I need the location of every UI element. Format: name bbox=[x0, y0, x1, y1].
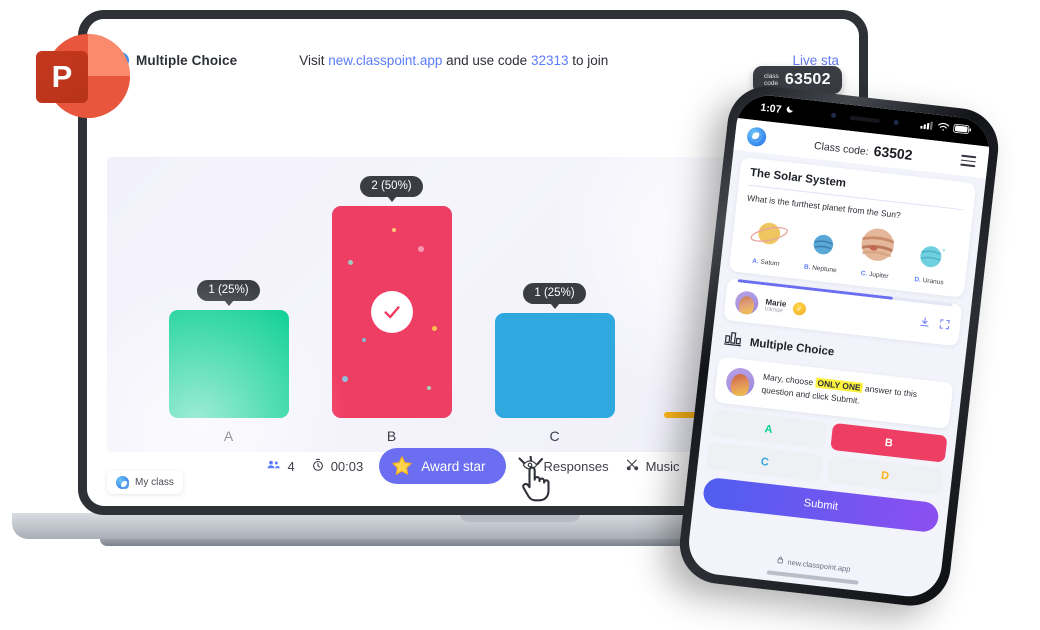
visit-suffix: to join bbox=[568, 52, 609, 68]
bar-c[interactable] bbox=[494, 313, 615, 418]
bar-a[interactable] bbox=[168, 310, 289, 418]
battery-icon bbox=[953, 123, 972, 138]
saturn-icon bbox=[747, 222, 789, 257]
classpoint-logo-icon[interactable] bbox=[746, 126, 768, 148]
planet-name-a: Saturn bbox=[760, 258, 780, 268]
neptune-icon bbox=[808, 234, 836, 263]
avatar bbox=[734, 290, 760, 316]
user-row: Marie Inknoe ✓ bbox=[734, 290, 951, 337]
status-time: 1:07 bbox=[759, 101, 783, 116]
participants-count: 4 bbox=[287, 458, 295, 474]
answer-option-a[interactable]: A bbox=[709, 409, 828, 449]
row-actions bbox=[918, 313, 951, 334]
browser-url: new.classpoint.app bbox=[787, 557, 852, 574]
planet-label-a: A. Saturn bbox=[740, 256, 792, 269]
user-subtitle: Inknoe bbox=[764, 306, 783, 315]
bar-b[interactable] bbox=[331, 206, 452, 418]
visit-middle: and use code bbox=[442, 52, 531, 68]
phone-class-code-value: 63502 bbox=[872, 142, 914, 163]
activity-title: Multiple Choice bbox=[749, 336, 835, 358]
uranus-icon bbox=[915, 246, 947, 275]
class-code-label-line1: class bbox=[764, 72, 779, 80]
planet-letter-d: D. bbox=[914, 276, 922, 284]
planet-name-b: Neptune bbox=[811, 264, 837, 275]
signal-icon bbox=[920, 120, 934, 133]
phone-device: 1:07 Class code: 63502 The Solar System … bbox=[675, 82, 1003, 610]
bar-chart-icon bbox=[723, 329, 743, 352]
music-button[interactable]: Music bbox=[625, 457, 680, 475]
jupiter-icon bbox=[857, 228, 897, 270]
slide-preview-card[interactable]: The Solar System What is the furthest pl… bbox=[728, 156, 977, 298]
classpoint-topbar: Multiple Choice Visit new.classpoint.app… bbox=[112, 45, 839, 75]
classpoint-logo-icon bbox=[116, 476, 129, 489]
planet-letter-c: C. bbox=[860, 270, 868, 278]
answer-label-b: B bbox=[884, 436, 894, 450]
bar-value-label-a: 1 (25%) bbox=[197, 280, 260, 301]
award-star-button[interactable]: Award star bbox=[379, 448, 506, 484]
planet-label-b: B. Neptune bbox=[794, 262, 846, 275]
classpoint-url-link[interactable]: new.classpoint.app bbox=[328, 53, 442, 68]
check-circle-icon bbox=[370, 291, 413, 333]
answer-label-a: A bbox=[764, 422, 774, 436]
participants-group: 4 bbox=[266, 457, 295, 475]
screenshot-root: Multiple Choice Visit new.classpoint.app… bbox=[0, 0, 1040, 630]
crescent-moon-icon bbox=[785, 104, 795, 117]
answer-option-b[interactable]: B bbox=[830, 422, 948, 463]
bar-category-c: C bbox=[549, 428, 560, 444]
timer-value: 00:03 bbox=[330, 458, 364, 474]
planet-label-c: C. Jupiter bbox=[848, 269, 900, 282]
planet-name-d: Uranus bbox=[922, 277, 944, 287]
hamburger-menu-icon[interactable] bbox=[960, 154, 977, 168]
bar-category-b: B bbox=[386, 428, 397, 444]
music-label: Music bbox=[645, 458, 680, 474]
answer-label-c: C bbox=[760, 455, 770, 469]
status-icons bbox=[920, 120, 972, 138]
planet-option-c: C. Jupiter bbox=[848, 223, 905, 282]
phone-class-code-label: Class code: bbox=[813, 139, 870, 158]
my-class-badge[interactable]: My class bbox=[107, 471, 183, 494]
planet-letter-a: A. bbox=[751, 257, 760, 266]
award-star-label: Award star bbox=[421, 458, 486, 474]
class-code-value: 63502 bbox=[784, 71, 831, 88]
join-instructions: Visit new.classpoint.app and use code 32… bbox=[299, 53, 608, 68]
powerpoint-icon: P bbox=[24, 32, 130, 120]
answer-option-d[interactable]: D bbox=[826, 455, 944, 496]
answer-option-c[interactable]: C bbox=[706, 441, 824, 482]
people-icon bbox=[266, 457, 281, 475]
medal-icon: ✓ bbox=[792, 301, 807, 316]
bar-value-label-c: 1 (25%) bbox=[523, 283, 586, 304]
wifi-icon bbox=[937, 122, 950, 135]
planet-label-d: D. Uranus bbox=[903, 275, 955, 288]
mouse-cursor bbox=[516, 453, 560, 509]
bar-column-c: 1 (25%) C bbox=[494, 283, 615, 444]
teacher-avatar bbox=[724, 366, 756, 398]
phone-content: The Solar System What is the furthest pl… bbox=[693, 150, 986, 534]
lock-icon bbox=[777, 555, 784, 566]
front-camera-icon bbox=[830, 112, 837, 119]
planet-name-c: Jupiter bbox=[868, 270, 889, 281]
powerpoint-letter: P bbox=[36, 51, 88, 103]
download-icon[interactable] bbox=[918, 313, 931, 332]
phone-screen: 1:07 Class code: 63502 The Solar System … bbox=[685, 92, 993, 600]
bar-value-label-b: 2 (50%) bbox=[360, 176, 423, 197]
bar-column-b: 2 (50%) B bbox=[331, 176, 452, 444]
fullscreen-icon[interactable] bbox=[938, 316, 951, 335]
stopwatch-icon bbox=[311, 458, 325, 475]
my-class-label: My class bbox=[135, 477, 174, 488]
star-icon bbox=[392, 456, 413, 475]
bar-column-a: 1 (25%) A bbox=[168, 280, 289, 444]
planet-option-a: A. Saturn bbox=[740, 215, 797, 270]
music-icon bbox=[625, 457, 640, 475]
earpiece-speaker bbox=[849, 115, 880, 123]
proximity-sensor-icon bbox=[893, 119, 899, 126]
planet-option-b: B. Neptune bbox=[794, 229, 850, 276]
bar-category-a: A bbox=[223, 428, 234, 444]
question-type-label: Multiple Choice bbox=[136, 52, 238, 68]
visit-prefix: Visit bbox=[299, 52, 329, 68]
planet-letter-b: B. bbox=[803, 263, 811, 272]
join-code: 32313 bbox=[530, 52, 569, 68]
timer-group: 00:03 bbox=[311, 458, 364, 475]
planet-option-d: D. Uranus bbox=[903, 239, 959, 288]
answer-label-d: D bbox=[880, 469, 890, 482]
